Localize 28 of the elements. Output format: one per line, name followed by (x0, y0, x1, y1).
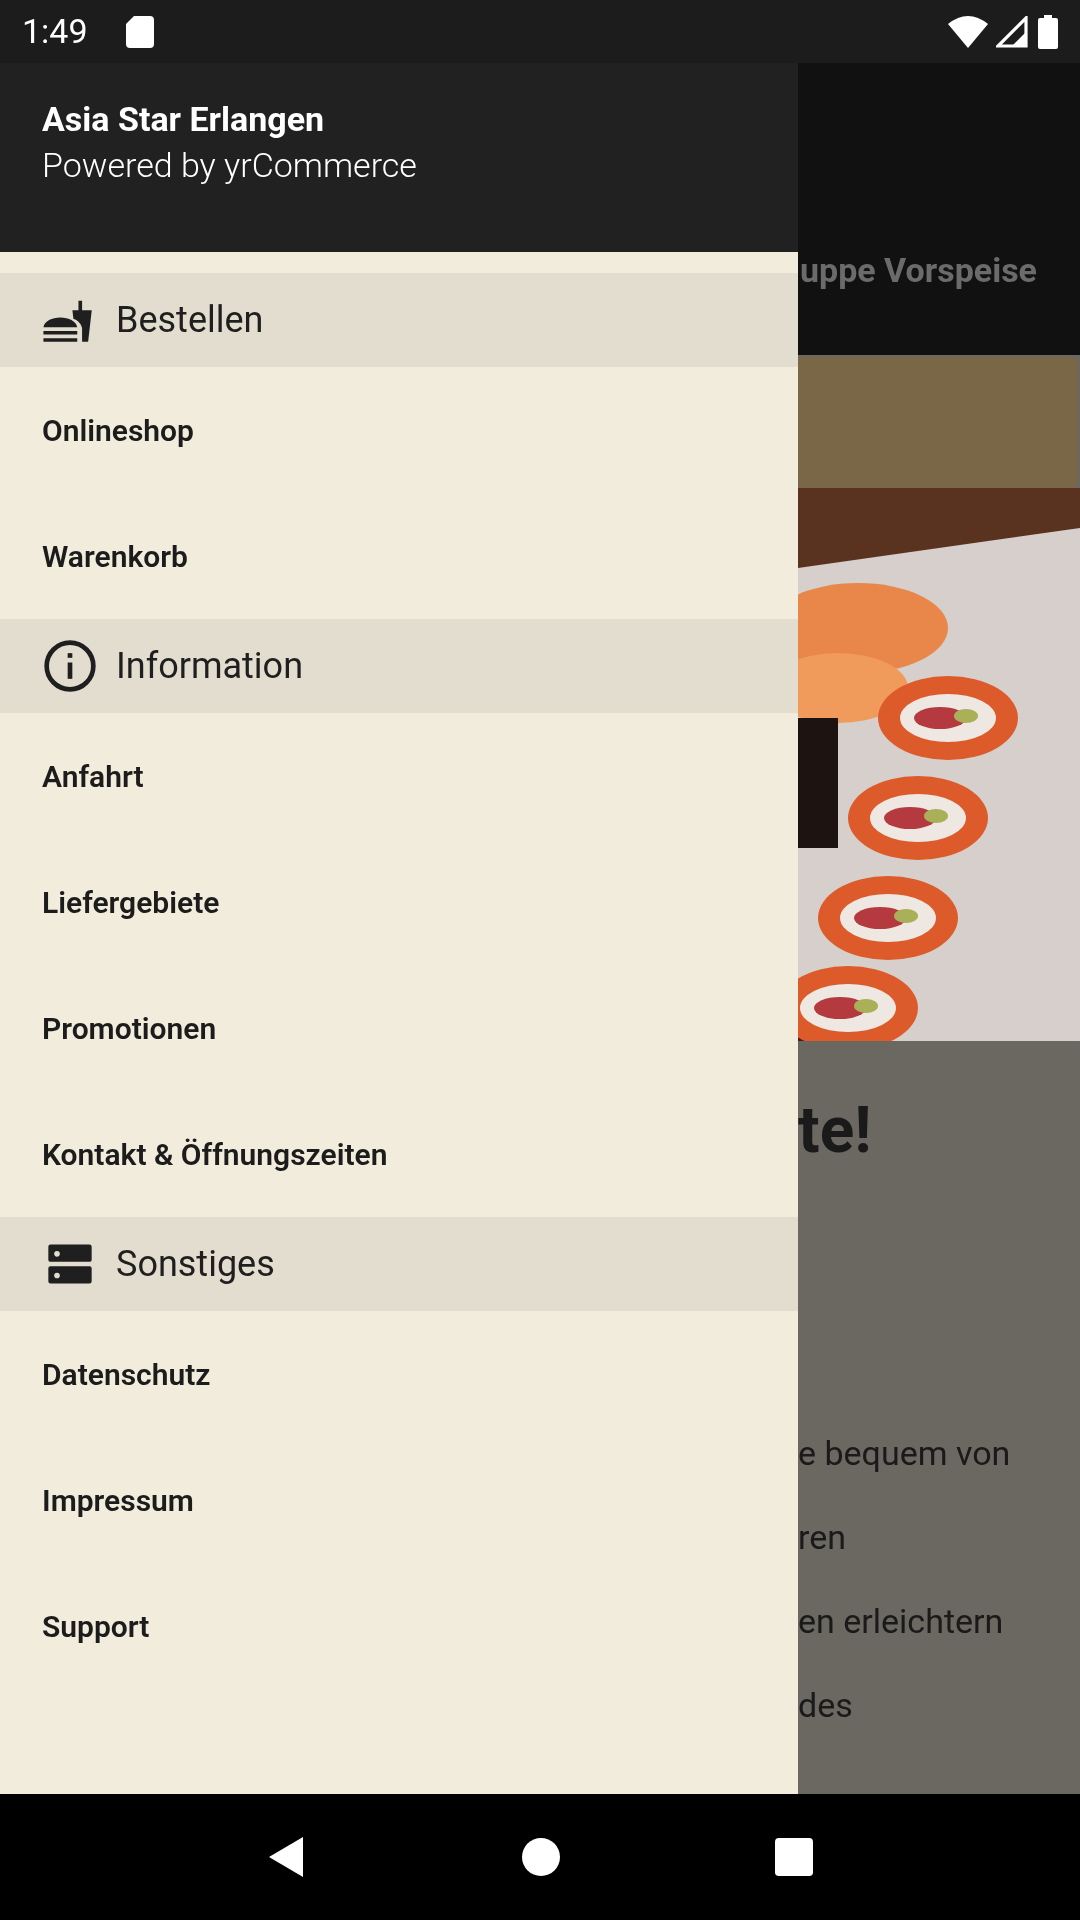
menu-item[interactable]: Liefergebiete (0, 839, 798, 965)
menu-item[interactable]: Warenkorb (0, 493, 798, 619)
menu-item[interactable]: Anfahrt (0, 713, 798, 839)
signal-icon (996, 15, 1028, 48)
menu-item[interactable]: Onlineshop (0, 367, 798, 493)
status-time: 1:49 (22, 10, 88, 53)
body-text: e bequem von (798, 1432, 1012, 1475)
menu-item[interactable]: Support (0, 1563, 798, 1689)
category-title: uppe Vorspeise (799, 249, 1037, 292)
body-text: des (798, 1684, 854, 1727)
wifi-icon (948, 15, 988, 48)
restaurant-name: Asia Star Erlangen (42, 98, 326, 141)
section-title: Sonstiges (116, 1242, 275, 1287)
battery-icon (1038, 14, 1058, 49)
welcome-heading: te! (798, 1092, 873, 1170)
section-title: Information (116, 644, 303, 689)
body-text: en erleichtern (798, 1600, 1005, 1643)
sd-card-icon (125, 15, 154, 48)
recents-icon[interactable] (774, 1838, 813, 1876)
powered-by-text: Powered by yrCommerce (42, 144, 418, 187)
home-icon[interactable] (522, 1838, 560, 1876)
menu-item[interactable]: Impressum (0, 1437, 798, 1563)
info-icon (42, 638, 98, 694)
section-title: Bestellen (116, 298, 264, 343)
body-text: ren (798, 1516, 847, 1559)
menu-item[interactable]: Datenschutz (0, 1311, 798, 1437)
menu-item[interactable]: Kontakt & Öffnungszeiten (0, 1091, 798, 1217)
menu-item[interactable]: Promotionen (0, 965, 798, 1091)
